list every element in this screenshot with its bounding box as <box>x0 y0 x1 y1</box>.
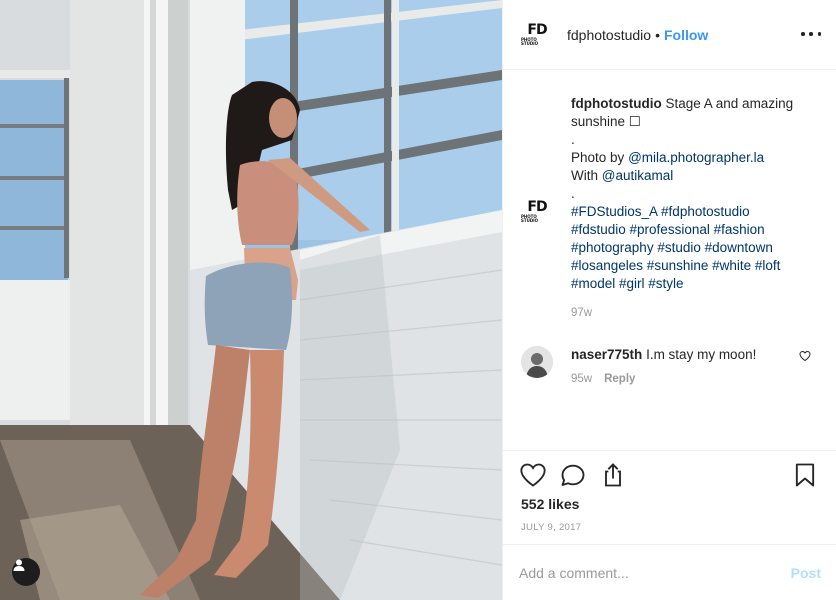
like-heart-icon[interactable] <box>519 461 547 489</box>
save-bookmark-icon[interactable] <box>791 461 819 489</box>
comment-timestamp[interactable]: 95w <box>571 373 592 385</box>
photographer-link[interactable]: @mila.photographer.la <box>628 150 764 165</box>
caption-username[interactable]: fdphotostudio <box>571 96 662 111</box>
comment-input[interactable] <box>519 563 769 583</box>
avatar-logo-subtext: PHOTO STUDIO <box>521 213 539 223</box>
follow-button[interactable]: Follow <box>664 27 708 43</box>
post-comment-button[interactable]: Post <box>791 565 821 581</box>
post-date[interactable]: JULY 9, 2017 <box>521 522 581 533</box>
more-dot <box>809 32 813 36</box>
likes-count[interactable]: 552 likes <box>521 496 579 512</box>
header-user-line: fdphotostudio • Follow <box>567 27 708 43</box>
header-separator: • <box>655 26 660 43</box>
comment-message: I.m stay my moon! <box>646 347 757 362</box>
profile-avatar[interactable]: FD PHOTO STUDIO <box>521 18 553 51</box>
more-dot <box>801 32 805 36</box>
hashtag-line[interactable]: #photography #studio #downtown <box>571 239 821 257</box>
caption-avatar[interactable]: FD PHOTO STUDIO <box>521 195 553 227</box>
caption-timestamp[interactable]: 97w <box>571 307 592 319</box>
caption-dot: . <box>571 132 575 147</box>
user-icon <box>13 559 25 571</box>
avatar-image <box>521 346 553 378</box>
tagged-users-button[interactable] <box>12 558 40 586</box>
more-dot <box>817 32 821 36</box>
commenter-avatar[interactable] <box>521 346 553 378</box>
add-comment-bar: Post <box>503 544 836 600</box>
caption-text: fdphotostudio Stage A and amazing sunshi… <box>571 95 821 293</box>
commenter-username[interactable]: naser775th <box>571 347 642 362</box>
comment-item: naser775th I.m stay my moon! 95w Reply <box>521 346 821 396</box>
avatar-logo-text: FD <box>527 22 547 38</box>
comment-bubble-icon[interactable] <box>559 461 587 489</box>
hashtag-line[interactable]: #fdstudio #professional #fashion <box>571 221 821 239</box>
comment-like-heart-icon[interactable] <box>799 350 811 362</box>
share-icon[interactable] <box>599 461 627 489</box>
action-icons-row <box>519 461 819 491</box>
comment-meta: 95w Reply <box>571 373 635 385</box>
comment-text: naser775th I.m stay my moon! <box>571 346 791 364</box>
reply-button[interactable]: Reply <box>604 373 635 385</box>
model-link[interactable]: @autikamal <box>602 168 673 183</box>
avatar-logo-text: FD <box>527 198 547 215</box>
photo-illustration <box>0 0 502 600</box>
header-username[interactable]: fdphotostudio <box>567 27 651 43</box>
with-label: With <box>571 168 598 183</box>
avatar-logo-subtext: PHOTO STUDIO <box>521 37 539 46</box>
hashtag-line[interactable]: #losangeles #sunshine #white #loft <box>571 257 821 275</box>
caption-title-line: fdphotostudio Stage A and amazing sunshi… <box>571 95 821 131</box>
with-line: With @autikamal <box>571 167 821 185</box>
photo-by-label: Photo by <box>571 150 625 165</box>
post-actions: 552 likes JULY 9, 2017 <box>503 450 836 544</box>
post-photo[interactable] <box>0 0 502 600</box>
caption-dot: . <box>571 186 575 201</box>
hashtag-line[interactable]: #FDStudios_A #fdphotostudio <box>571 203 821 221</box>
instagram-post: FD PHOTO STUDIO fdphotostudio • Follow FD … <box>0 0 836 600</box>
photo-credit-line: Photo by @mila.photographer.la <box>571 149 821 167</box>
post-header: FD PHOTO STUDIO fdphotostudio • Follow <box>503 0 836 70</box>
post-details-panel: FD PHOTO STUDIO fdphotostudio • Follow FD … <box>502 0 836 600</box>
more-options-icon[interactable] <box>801 24 821 44</box>
hashtag-line[interactable]: #model #girl #style <box>571 275 821 293</box>
